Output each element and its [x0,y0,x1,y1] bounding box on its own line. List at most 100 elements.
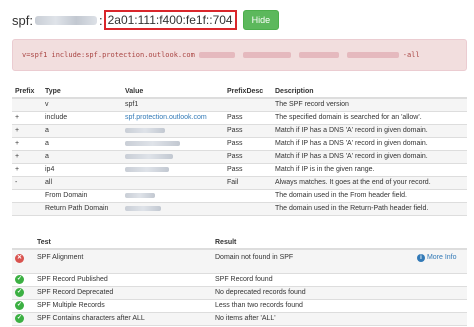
type-cell: a [42,137,122,151]
lookup-title: spf: [12,12,33,28]
column-header: PrefixDesc [224,85,272,99]
result-cell: SPF Record found [212,273,414,287]
status-cell: ✓ [12,312,34,326]
check-icon: ✓ [15,275,24,284]
type-cell: a [42,150,122,164]
column-header: Prefix [12,85,42,99]
description-cell: The specified domain is searched for an … [272,111,467,125]
redacted-value [125,140,180,146]
status-cell: ✓ [12,286,34,300]
redacted-value [125,205,161,211]
description-cell: Match if IP has a DNS 'A' record in give… [272,124,467,138]
redacted-value [125,153,173,159]
type-cell: From Domain [42,189,122,203]
spf-record-text: v=spf1 include:spf.protection.outlook.co… [22,51,195,59]
prefix-cell: + [12,150,42,164]
lookup-separator: : [98,12,103,28]
table-row: ✕ SPF Alignment Domain not found in SPF … [12,249,467,274]
column-header [414,236,467,250]
prefix-cell [12,202,42,216]
prefix-cell: + [12,163,42,177]
redacted-value [125,166,169,172]
table-row: + a Pass Match if IP has a DNS 'A' recor… [12,150,467,164]
spf-record-box: v=spf1 include:spf.protection.outlook.co… [12,39,467,71]
value-cell: spf1 [122,98,224,112]
test-cell: SPF Contains characters after ALL [34,312,212,326]
table-row: - all Fail Always matches. It goes at th… [12,176,467,190]
test-cell: SPF Record Published [34,273,212,287]
value-cell [122,176,224,190]
value-cell [122,150,224,164]
prefixdesc-cell: Pass [224,163,272,177]
result-cell: Less than two records found [212,299,414,313]
prefix-cell [12,189,42,203]
table-row: ✓ SPF Contains characters after ALL No i… [12,312,467,326]
table-row: v spf1 The SPF record version [12,98,467,112]
prefixdesc-cell: Pass [224,124,272,138]
prefix-cell: + [12,137,42,151]
status-cell: ✕ [12,249,34,274]
empty-cell [414,286,467,300]
description-cell: Match if IP has a DNS 'A' record in give… [272,137,467,151]
info-icon[interactable]: i [417,254,425,262]
ip-address-highlight: 2a01:111:f400:fe1f::704 [103,10,237,30]
more-info-link[interactable]: i More Info [414,249,467,274]
spf-record-table: Prefix Type Value PrefixDesc Description… [12,85,467,216]
column-header: Description [272,85,467,99]
lookup-header: spf: : 2a01:111:f400:fe1f::704 Hide [12,8,280,32]
redacted-value [125,127,165,133]
prefixdesc-cell [224,202,272,216]
result-cell: No items after 'ALL' [212,312,414,326]
check-icon: ✓ [15,301,24,310]
column-header: Result [212,236,414,250]
column-header: Value [122,85,224,99]
redacted-record-part [242,52,291,58]
description-cell: The domain used in the Return-Path heade… [272,202,467,216]
prefixdesc-cell [224,189,272,203]
redacted-value [125,192,155,198]
type-cell: ip4 [42,163,122,177]
empty-cell [414,299,467,313]
prefix-cell: + [12,124,42,138]
description-cell: The domain used in the From header field… [272,189,467,203]
table-header-row: Test Result [12,236,467,250]
column-header: Type [42,85,122,99]
more-info-label[interactable]: More Info [427,254,457,262]
prefixdesc-cell: Fail [224,176,272,190]
prefixdesc-cell: Pass [224,137,272,151]
check-icon: ✓ [15,314,24,323]
result-cell: No deprecated records found [212,286,414,300]
empty-cell [414,312,467,326]
value-cell [122,163,224,177]
value-cell [122,189,224,203]
value-link[interactable]: spf.protection.outlook.com [122,111,224,125]
value-cell [122,202,224,216]
error-icon: ✕ [15,254,24,263]
table-row: + a Pass Match if IP has a DNS 'A' recor… [12,137,467,151]
type-cell: all [42,176,122,190]
prefixdesc-cell: Pass [224,150,272,164]
result-cell: Domain not found in SPF [212,249,414,274]
hide-button[interactable]: Hide [242,10,280,30]
table-row: ✓ SPF Record Published SPF Record found [12,273,467,287]
test-cell: SPF Alignment [34,249,212,274]
redacted-record-part [346,52,399,58]
column-header [12,236,34,250]
redacted-domain [34,15,97,25]
type-cell: a [42,124,122,138]
table-row: + a Pass Match if IP has a DNS 'A' recor… [12,124,467,138]
test-cell: SPF Record Deprecated [34,286,212,300]
redacted-record-part [198,52,235,58]
type-cell: v [42,98,122,112]
description-cell: Match if IP has a DNS 'A' record in give… [272,150,467,164]
table-row: + include spf.protection.outlook.com Pas… [12,111,467,125]
status-cell: ✓ [12,299,34,313]
type-cell: Return Path Domain [42,202,122,216]
prefix-cell: - [12,176,42,190]
type-cell: include [42,111,122,125]
description-cell: Match if IP is in the given range. [272,163,467,177]
table-row: ✓ SPF Multiple Records Less than two rec… [12,299,467,313]
test-results-table: Test Result ✕ SPF Alignment Domain not f… [12,236,467,326]
table-header-row: Prefix Type Value PrefixDesc Description [12,85,467,99]
redacted-record-part [298,52,339,58]
